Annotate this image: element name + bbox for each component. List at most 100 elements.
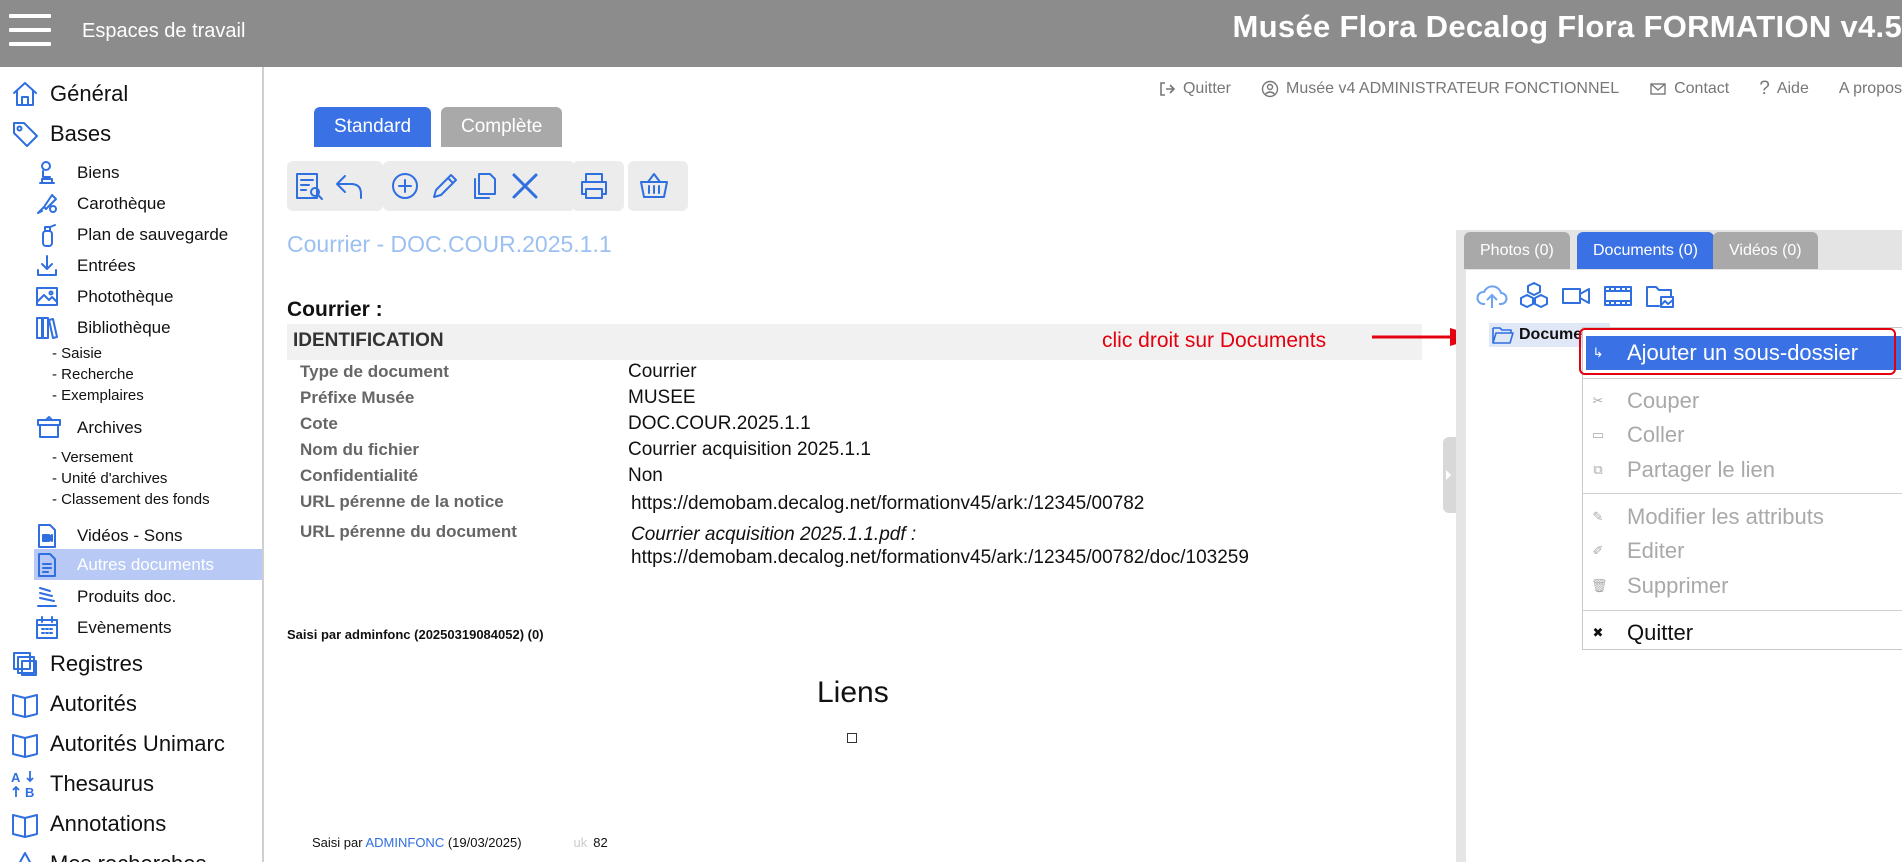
sidebar-item-registres[interactable]: Registres bbox=[10, 649, 143, 679]
delete-button[interactable] bbox=[507, 168, 543, 204]
sidebar-item-label: Mes recherches bbox=[50, 851, 207, 862]
calendar-icon bbox=[36, 616, 58, 639]
sidebar-item-autres-documents[interactable]: Autres documents bbox=[34, 549, 262, 580]
sidebar-item-general[interactable]: Général bbox=[10, 79, 128, 109]
sidebar-item-label: Plan de sauvegarde bbox=[77, 225, 229, 244]
block-label: IDENTIFICATION bbox=[293, 330, 444, 351]
sidebar-item-label: Evènements bbox=[77, 618, 172, 637]
sidebar-item-label: Entrées bbox=[77, 256, 136, 275]
comment-edit-icon: ✎ bbox=[1592, 509, 1604, 524]
sidebar-item-label: Autres documents bbox=[77, 554, 215, 574]
record-title: Courrier - DOC.COUR.2025.1.1 bbox=[287, 231, 612, 257]
sidebar-item-mes-recherches[interactable]: Mes recherches bbox=[10, 849, 207, 862]
sidebar-item-label: Bases bbox=[50, 121, 112, 146]
menu-item-label: Modifier les attributs bbox=[1627, 504, 1824, 529]
sidebar-item-autorites-unimarc[interactable]: Autorités Unimarc bbox=[10, 729, 225, 759]
footer-uk-value: 82 bbox=[593, 835, 608, 850]
field-value: Courrier bbox=[628, 361, 697, 382]
notice-url-link[interactable]: https://demobam.decalog.net/formationv45… bbox=[631, 493, 1144, 515]
menu-item-share-link[interactable]: ⧉ Partager le lien bbox=[1583, 453, 1902, 487]
document-url-link[interactable]: https://demobam.decalog.net/formationv45… bbox=[631, 547, 1249, 569]
sidebar-item-label: Autorités Unimarc bbox=[50, 731, 225, 756]
about-link[interactable]: A propos bbox=[1839, 78, 1902, 100]
sidebar-item-entrees[interactable]: Entrées bbox=[34, 253, 136, 279]
sidebar-item-autorites[interactable]: Autorités bbox=[10, 689, 137, 719]
add-button[interactable] bbox=[387, 168, 423, 204]
quit-link[interactable]: Quitter bbox=[1158, 78, 1231, 100]
sidebar-item-phototheque[interactable]: Photothèque bbox=[34, 284, 173, 310]
sidebar-item-carotheque[interactable]: Carothèque bbox=[34, 191, 166, 217]
user-label: Musée v4 ADMINISTRATEUR FONCTIONNEL bbox=[1286, 80, 1620, 97]
sidebar-item-label: Produits doc. bbox=[77, 587, 177, 606]
sidebar-leaf-unite-archives[interactable]: - Unité d'archives bbox=[52, 470, 167, 487]
film-strip-icon[interactable] bbox=[1602, 280, 1634, 312]
sidebar-leaf-recherche[interactable]: - Recherche bbox=[52, 366, 134, 383]
sidebar-item-videos-sons[interactable]: Vidéos - Sons bbox=[34, 523, 183, 549]
sidebar-leaf-saisie[interactable]: - Saisie bbox=[52, 345, 102, 362]
menu-separator bbox=[1583, 610, 1902, 611]
menu-item-edit-attributes[interactable]: ✎ Modifier les attributs bbox=[1583, 500, 1902, 534]
hamburger-icon[interactable] bbox=[9, 14, 51, 46]
sidebar-item-bibliotheque[interactable]: Bibliothèque bbox=[34, 315, 171, 341]
contact-link[interactable]: Contact bbox=[1649, 78, 1729, 100]
menu-item-edit[interactable]: ✐ Editer bbox=[1583, 534, 1902, 568]
toolbar-group-edit bbox=[383, 161, 575, 211]
copy-icon bbox=[474, 173, 496, 199]
workspaces-link[interactable]: Espaces de travail bbox=[82, 20, 245, 43]
registers-icon bbox=[13, 652, 37, 676]
sidebar-item-thesaurus[interactable]: AB Thesaurus bbox=[10, 769, 154, 799]
sidebar-item-biens[interactable]: Biens bbox=[34, 160, 120, 186]
toolbar-group-print bbox=[572, 161, 624, 211]
document-icon bbox=[38, 552, 56, 577]
menu-item-paste[interactable]: ▭ Coller bbox=[1583, 418, 1902, 452]
field-label: URL pérenne du document bbox=[300, 522, 517, 541]
sidebar-leaf-exemplaires[interactable]: - Exemplaires bbox=[52, 387, 144, 404]
tab-videos[interactable]: Vidéos (0) bbox=[1713, 232, 1818, 269]
sidebar-leaf-versement[interactable]: - Versement bbox=[52, 449, 133, 466]
list-search-button[interactable] bbox=[291, 168, 327, 204]
footer-date: (19/03/2025) bbox=[444, 835, 522, 850]
download-tray-icon bbox=[37, 255, 57, 276]
sidebar-item-label: Photothèque bbox=[77, 287, 174, 306]
stack-icon bbox=[37, 587, 57, 607]
sidebar-item-label: Registres bbox=[50, 651, 143, 676]
cubes-icon[interactable] bbox=[1518, 280, 1550, 312]
sidebar-item-plan-sauvegarde[interactable]: Plan de sauvegarde bbox=[34, 222, 228, 248]
field-value: Non bbox=[628, 465, 663, 486]
basket-button[interactable] bbox=[636, 168, 672, 204]
field-label: Type de document bbox=[300, 362, 449, 381]
menu-item-quit[interactable]: ✖ Quitter bbox=[1583, 616, 1902, 650]
sidebar-item-label: Vidéos - Sons bbox=[77, 526, 183, 545]
video-camera-icon[interactable] bbox=[1560, 280, 1592, 312]
tab-documents[interactable]: Documents (0) bbox=[1577, 232, 1714, 269]
user-link[interactable]: Musée v4 ADMINISTRATEUR FONCTIONNEL bbox=[1261, 78, 1619, 100]
tab-complete[interactable]: Complète bbox=[441, 107, 563, 147]
envelope-icon bbox=[1650, 83, 1666, 95]
undo-button[interactable] bbox=[331, 168, 367, 204]
close-x-icon bbox=[512, 173, 538, 199]
sidebar-item-archives[interactable]: Archives bbox=[34, 415, 142, 441]
top-bar: Espaces de travail Musée Flora Decalog F… bbox=[0, 0, 1902, 67]
sidebar-item-annotations[interactable]: Annotations bbox=[10, 809, 166, 839]
menu-item-label: Couper bbox=[1627, 388, 1700, 413]
sidebar-leaf-classement-fonds[interactable]: - Classement des fonds bbox=[52, 491, 210, 508]
copy-button[interactable] bbox=[467, 168, 503, 204]
sidebar-item-evenements[interactable]: Evènements bbox=[34, 615, 172, 641]
sidebar-item-bases[interactable]: Bases bbox=[10, 119, 111, 149]
sidebar: Général Bases Biens Carothèque Plan de s… bbox=[0, 67, 264, 862]
help-link[interactable]: ? Aide bbox=[1759, 78, 1809, 100]
print-button[interactable] bbox=[576, 168, 612, 204]
sidebar-item-produits-doc[interactable]: Produits doc. bbox=[34, 584, 176, 610]
saisi-header: Saisi par adminfonc (20250319084052) (0) bbox=[287, 627, 544, 642]
open-folder-icon bbox=[1492, 327, 1514, 344]
menu-item-delete[interactable]: 🗑 Supprimer bbox=[1583, 569, 1902, 603]
edit-button[interactable] bbox=[427, 168, 463, 204]
folder-image-icon[interactable] bbox=[1644, 280, 1676, 312]
menu-item-label: Supprimer bbox=[1627, 573, 1729, 598]
sidebar-item-label: Autorités bbox=[50, 691, 137, 716]
cloud-upload-icon[interactable] bbox=[1476, 280, 1508, 312]
footer-user-link[interactable]: ADMINFONC bbox=[365, 835, 444, 850]
tab-photos[interactable]: Photos (0) bbox=[1464, 232, 1570, 269]
menu-item-cut[interactable]: ✂ Couper bbox=[1583, 384, 1902, 418]
tab-standard[interactable]: Standard bbox=[314, 107, 432, 147]
